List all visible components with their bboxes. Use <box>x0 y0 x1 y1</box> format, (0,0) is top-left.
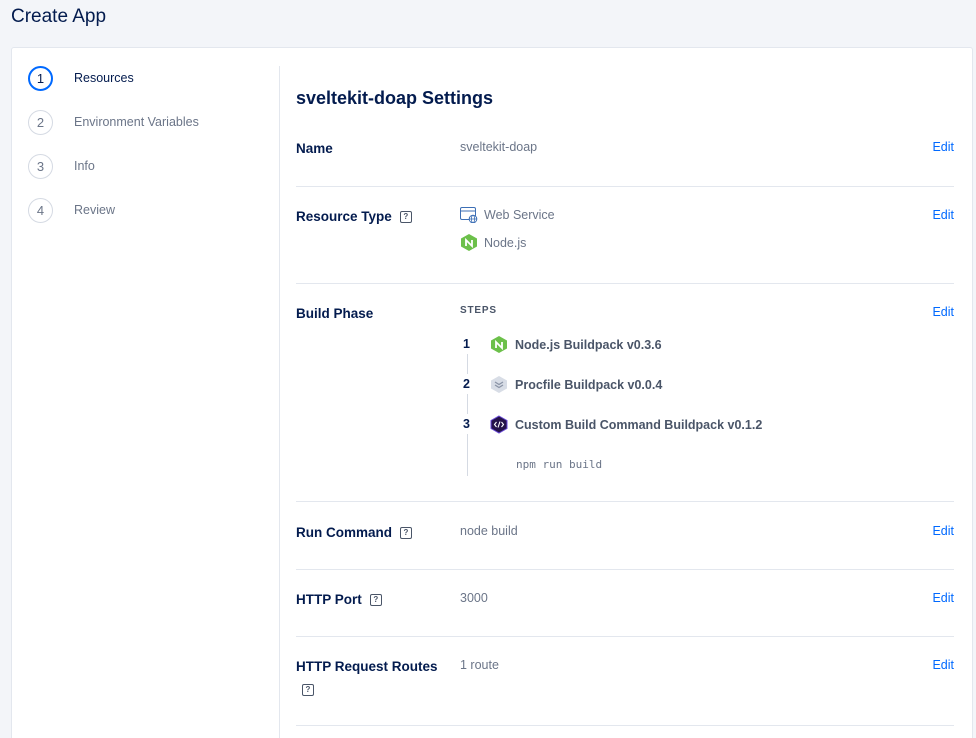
step-label: Info <box>74 159 95 173</box>
edit-resource-type-button[interactable]: Edit <box>932 208 954 222</box>
step-label: Resources <box>74 71 134 85</box>
build-command: npm run build <box>516 458 603 471</box>
row-divider <box>296 186 954 187</box>
wizard-step-environment-variables[interactable]: 2 Environment Variables <box>28 109 199 135</box>
step-label: Review <box>74 203 115 217</box>
step-number: 1 <box>28 65 53 91</box>
settings-title: sveltekit-doap Settings <box>296 88 494 108</box>
resource-type-label-text: Resource Type <box>296 209 392 224</box>
http-routes-label: HTTP Request Routes <box>296 659 438 674</box>
buildpack-number: 1 <box>463 337 470 351</box>
buildpack-number: 3 <box>463 417 470 431</box>
row-divider <box>296 725 954 726</box>
resource-type-label: Resource Type ? <box>296 209 412 224</box>
runtime-value: Node.js <box>460 233 526 252</box>
step-number: 3 <box>28 153 53 179</box>
procfile-icon <box>490 375 508 394</box>
http-port-label: HTTP Port ? <box>296 592 382 607</box>
row-divider <box>296 501 954 502</box>
edit-build-phase-button[interactable]: Edit <box>932 305 954 319</box>
wizard-step-info[interactable]: 3 Info <box>28 153 95 179</box>
http-port-label-text: HTTP Port <box>296 592 362 607</box>
name-label-text: Name <box>296 141 333 156</box>
row-divider <box>296 283 954 284</box>
http-port-value: 3000 <box>460 591 488 605</box>
page-title: Create App <box>11 6 107 27</box>
help-icon[interactable]: ? <box>400 526 412 539</box>
wizard-sidebar: 1 Resources 2 Environment Variables 3 In… <box>12 48 280 738</box>
web-service-icon <box>460 207 478 223</box>
runtime-text: Node.js <box>484 235 527 250</box>
resource-type-text: Web Service <box>484 208 555 222</box>
http-routes-value: 1 route <box>460 658 499 672</box>
run-command-label-text: Run Command <box>296 525 392 540</box>
edit-name-button[interactable]: Edit <box>932 140 954 154</box>
edit-http-routes-button[interactable]: Edit <box>932 658 954 672</box>
buildpack-name: Custom Build Command Buildpack v0.1.2 <box>515 417 763 432</box>
buildpack-item: Node.js Buildpack v0.3.6 <box>490 335 662 354</box>
buildpack-name: Node.js Buildpack v0.3.6 <box>515 337 662 352</box>
build-phase-label-text: Build Phase <box>296 306 374 321</box>
edit-http-port-button[interactable]: Edit <box>932 591 954 605</box>
step-label: Environment Variables <box>74 115 199 129</box>
wizard-step-resources[interactable]: 1 Resources <box>28 65 134 91</box>
step-number: 4 <box>28 197 53 223</box>
wizard-step-review[interactable]: 4 Review <box>28 197 115 223</box>
help-icon[interactable]: ? <box>369 593 382 606</box>
name-label: Name <box>296 141 333 156</box>
buildpack-item: Procfile Buildpack v0.0.4 <box>490 375 662 394</box>
nodejs-icon <box>460 233 478 252</box>
row-divider <box>296 636 954 637</box>
steps-heading: STEPS <box>460 305 497 316</box>
custom-build-icon <box>490 415 508 434</box>
http-routes-label-text: HTTP Request Routes <box>296 659 438 674</box>
build-phase-label: Build Phase <box>296 306 373 321</box>
edit-run-command-button[interactable]: Edit <box>932 524 954 538</box>
row-divider <box>296 569 954 570</box>
step-number: 2 <box>28 109 53 135</box>
run-command-value: node build <box>460 524 518 538</box>
buildpack-item: Custom Build Command Buildpack v0.1.2 <box>490 415 762 434</box>
nodejs-icon <box>490 335 508 354</box>
create-app-card: 1 Resources 2 Environment Variables 3 In… <box>11 47 973 738</box>
settings-panel: sveltekit-doap Settings Name sveltekit-d… <box>296 48 954 738</box>
run-command-label: Run Command ? <box>296 525 412 540</box>
step-connector <box>467 434 468 476</box>
step-connector <box>467 394 468 414</box>
sidebar-divider <box>279 66 280 738</box>
help-icon[interactable]: ? <box>302 684 314 696</box>
buildpack-name: Procfile Buildpack v0.0.4 <box>515 377 663 392</box>
buildpack-number: 2 <box>463 377 470 391</box>
resource-type-value: Web Service <box>460 207 555 223</box>
help-icon[interactable]: ? <box>399 210 412 223</box>
step-connector <box>467 354 468 374</box>
name-value: sveltekit-doap <box>460 140 538 154</box>
